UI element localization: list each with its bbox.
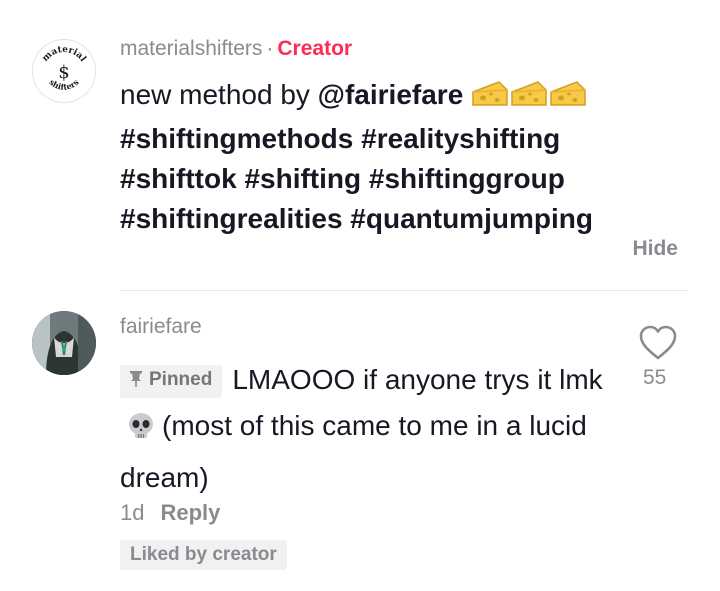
pinned-label: Pinned	[149, 369, 213, 390]
skull-emoji	[126, 409, 156, 455]
hashtag-list[interactable]: #shiftingmethods #realityshifting #shift…	[120, 123, 593, 234]
like-count: 55	[643, 366, 667, 389]
creator-comment-header: materialshifters · Creator	[120, 37, 352, 61]
reply-button[interactable]: Reply	[160, 500, 220, 525]
cheese-emoji	[471, 78, 587, 119]
svg-text:$: $	[58, 62, 69, 83]
materialshifters-logo: material shifters $	[41, 45, 88, 92]
reply-text-part2: (most of this came to me in a lucid drea…	[120, 410, 587, 493]
hide-button[interactable]: Hide	[632, 237, 678, 261]
liked-by-creator-badge: Liked by creator	[120, 540, 287, 570]
reply-text-part1: LMAOOO if anyone trys it lmk	[232, 364, 603, 395]
separator-dot: ·	[266, 37, 274, 60]
reply-meta: 1d Reply	[120, 500, 220, 526]
reply-comment-text: Pinned LMAOOO if anyone trys it lmk (most …	[120, 357, 620, 501]
heart-icon[interactable]	[638, 324, 678, 362]
reply-age: 1d	[120, 500, 145, 525]
creator-caption: new method by @fairiefare #shiftingmetho…	[120, 75, 680, 239]
pinned-badge: Pinned	[120, 365, 223, 398]
fairiefare-avatar[interactable]	[32, 311, 96, 375]
creator-badge: Creator	[277, 37, 353, 60]
pin-icon	[128, 368, 144, 398]
creator-username[interactable]: materialshifters	[120, 37, 262, 60]
caption-prefix: new method by	[120, 79, 318, 110]
cheese-icon	[472, 81, 586, 106]
skull-icon	[129, 413, 153, 438]
comment-divider	[120, 290, 688, 291]
user-photo	[32, 311, 96, 375]
creator-avatar[interactable]: material shifters $	[32, 39, 96, 103]
mention-link[interactable]: @fairiefare	[318, 79, 464, 110]
reply-username[interactable]: fairiefare	[120, 315, 202, 339]
